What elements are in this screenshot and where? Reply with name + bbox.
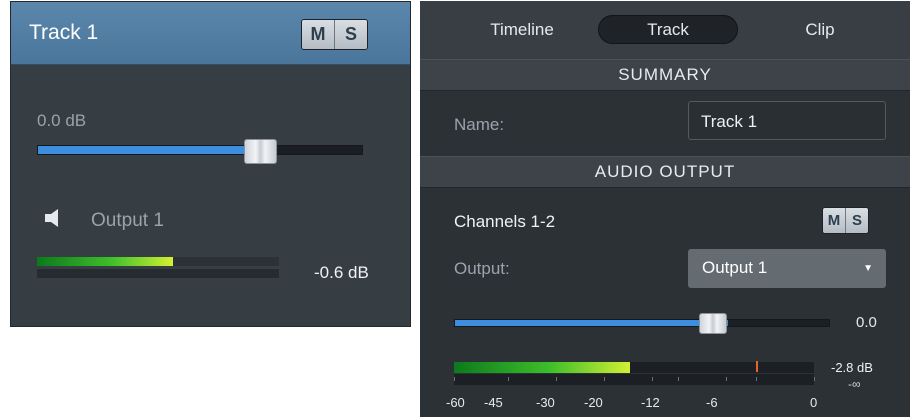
mute-solo-group: M S bbox=[301, 19, 368, 50]
meter-tick bbox=[678, 377, 679, 381]
tab-timeline[interactable]: Timeline bbox=[477, 15, 567, 44]
channel-level-meter-left bbox=[454, 362, 814, 373]
speaker-icon bbox=[45, 209, 58, 227]
track-panel: Track 1 M S 0.0 dB Output 1 -0.6 dB bbox=[10, 1, 411, 327]
name-field[interactable]: Track 1 bbox=[688, 101, 886, 140]
channel-level-meter-fill bbox=[454, 362, 631, 373]
channel-meter-readout: -2.8 dB bbox=[831, 360, 873, 375]
channel-mute-button[interactable]: M bbox=[823, 208, 845, 233]
output-select[interactable]: Output 1 ▼ bbox=[688, 249, 886, 288]
meter-tick bbox=[508, 377, 509, 381]
inspector-panel: Timeline Track Clip SUMMARY Name: Track … bbox=[420, 1, 910, 417]
summary-section-header: SUMMARY bbox=[420, 59, 910, 91]
output-field-label: Output: bbox=[454, 259, 510, 278]
mute-button[interactable]: M bbox=[302, 20, 334, 49]
meter-tick bbox=[726, 377, 727, 381]
audio-output-section-header: AUDIO OUTPUT bbox=[420, 156, 910, 188]
peak-marker bbox=[756, 361, 758, 372]
solo-button[interactable]: S bbox=[334, 20, 367, 49]
meter-tick bbox=[604, 377, 605, 381]
channel-gain-slider-fill bbox=[455, 320, 729, 326]
gain-slider-fill bbox=[38, 146, 272, 154]
meter-scale-label: -45 bbox=[484, 395, 503, 410]
name-label: Name: bbox=[454, 115, 505, 134]
tab-track[interactable]: Track bbox=[598, 15, 738, 44]
gain-slider[interactable] bbox=[37, 145, 363, 155]
gain-slider-thumb[interactable] bbox=[244, 139, 277, 164]
meter-scale-label: 0 bbox=[810, 395, 818, 410]
track-header: Track 1 M S bbox=[11, 2, 410, 65]
meter-tick bbox=[556, 377, 557, 381]
channels-label: Channels 1-2 bbox=[454, 212, 556, 231]
channel-gain-slider[interactable] bbox=[454, 319, 830, 327]
output-label: Output 1 bbox=[91, 210, 164, 231]
meter-scale-label: -6 bbox=[706, 395, 718, 410]
meter-readout: -0.6 dB bbox=[314, 263, 369, 282]
level-meter-fill bbox=[37, 257, 173, 266]
meter-scale-label: -60 bbox=[446, 395, 465, 410]
meter-scale-label: -20 bbox=[584, 395, 603, 410]
output-select-value: Output 1 bbox=[702, 258, 768, 277]
meter-scale-label: -30 bbox=[536, 395, 555, 410]
inspector-tab-bar: Timeline Track Clip bbox=[420, 1, 910, 61]
channel-gain-value: 0.0 bbox=[856, 314, 877, 331]
tab-clip[interactable]: Clip bbox=[780, 15, 860, 44]
meter-tick bbox=[454, 377, 455, 381]
channel-gain-slider-thumb[interactable] bbox=[699, 313, 727, 334]
channel-mute-solo-group: M S bbox=[822, 207, 869, 234]
meter-tick bbox=[652, 377, 653, 381]
track-title: Track 1 bbox=[29, 21, 99, 44]
meter-tick bbox=[756, 377, 757, 381]
meter-tick bbox=[814, 377, 815, 381]
channel-solo-button[interactable]: S bbox=[845, 208, 868, 233]
chevron-down-icon: ▼ bbox=[863, 263, 873, 274]
channel-meter-min-readout: -∞ bbox=[848, 377, 861, 391]
level-meter-left bbox=[37, 257, 279, 266]
level-meter-right bbox=[37, 269, 279, 278]
meter-scale-label: -12 bbox=[641, 395, 660, 410]
gain-value: 0.0 dB bbox=[37, 111, 87, 130]
